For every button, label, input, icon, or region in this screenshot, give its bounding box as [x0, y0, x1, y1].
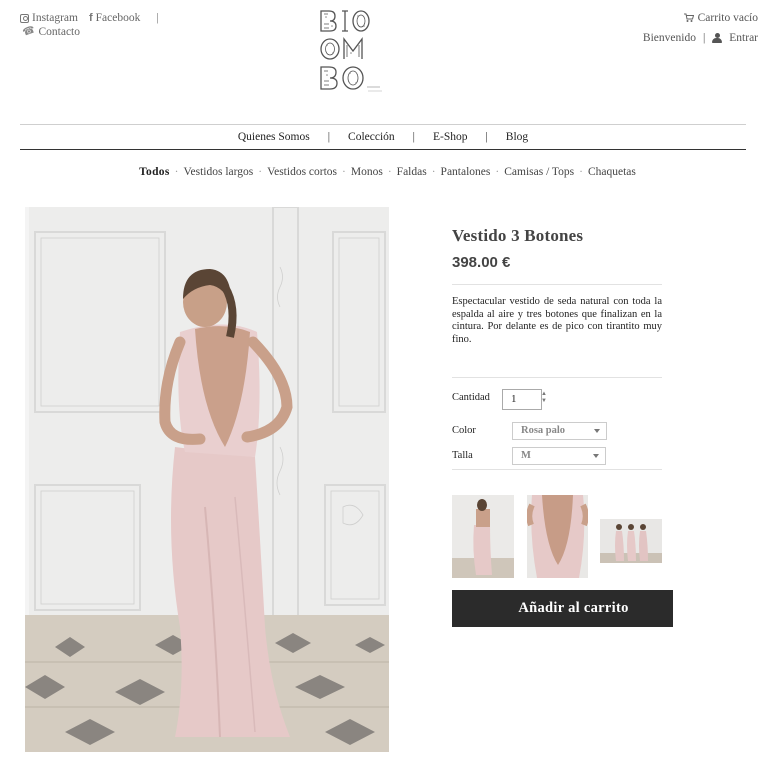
- quantity-input[interactable]: [502, 388, 542, 410]
- chevron-down-icon: [594, 428, 600, 433]
- cart-label: Carrito vacío: [697, 12, 758, 24]
- size-label: Talla: [452, 449, 473, 461]
- color-label: Color: [452, 424, 476, 436]
- header-links: Instagram f Facebook | ☎ Contacto: [20, 11, 159, 39]
- category-separator: ·: [579, 166, 583, 178]
- contact-link[interactable]: ☎ Contacto: [21, 24, 80, 39]
- product-thumbnail[interactable]: [600, 519, 662, 563]
- color-select-value: Rosa palo: [521, 424, 566, 436]
- category-todos[interactable]: Todos: [139, 166, 170, 178]
- facebook-icon: f: [88, 12, 93, 24]
- category-separator: ·: [495, 166, 500, 178]
- color-select[interactable]: Rosa palo: [512, 421, 607, 440]
- category-vestidos-largos[interactable]: Vestidos largos: [183, 166, 253, 178]
- header-account: Carrito vacío Bienvenido | Entrar: [643, 10, 758, 44]
- facebook-label: Facebook: [95, 12, 141, 24]
- login-label: Entrar: [729, 32, 758, 44]
- product-thumbnail[interactable]: [452, 495, 514, 578]
- product-thumbnail[interactable]: [527, 495, 588, 578]
- login-link[interactable]: Entrar: [712, 32, 758, 44]
- category-pantalones[interactable]: Pantalones: [441, 166, 491, 178]
- product-title: Vestido 3 Botones: [452, 226, 584, 245]
- category-chaquetas[interactable]: Chaquetas: [588, 166, 636, 178]
- product-price: 398.00 €: [452, 254, 511, 271]
- instagram-link[interactable]: Instagram: [20, 11, 78, 25]
- add-to-cart-button[interactable]: Añadir al carrito: [452, 590, 673, 627]
- quantity-stepper[interactable]: ▲ ▼: [541, 391, 547, 405]
- quantity-label: Cantidad: [452, 391, 490, 403]
- instagram-label: Instagram: [32, 12, 78, 24]
- category-monos[interactable]: Monos: [351, 166, 383, 178]
- phone-icon: ☎: [21, 24, 37, 39]
- account-separator: |: [702, 32, 706, 44]
- category-nav: Todos · Vestidos largos · Vestidos cortos · Mo…: [0, 166, 775, 178]
- user-icon: [712, 32, 723, 44]
- category-separator: ·: [258, 166, 263, 178]
- product-main-image[interactable]: [25, 207, 389, 752]
- divider: [452, 468, 662, 470]
- cart-icon: [683, 13, 694, 22]
- nav-coleccion[interactable]: Colección: [330, 131, 413, 143]
- product-options: Cantidad ▲▼ Color Rosa palo Talla M: [452, 378, 662, 468]
- nav-quienes-somos[interactable]: Quienes Somos: [220, 131, 328, 143]
- instagram-icon: [20, 13, 29, 23]
- divider: [452, 284, 662, 285]
- category-separator: ·: [431, 166, 436, 178]
- size-select-value: M: [521, 449, 531, 461]
- facebook-link[interactable]: f Facebook: [89, 11, 140, 25]
- category-separator: ·: [174, 166, 179, 178]
- size-select[interactable]: M: [512, 446, 606, 465]
- nav-blog[interactable]: Blog: [488, 131, 546, 143]
- category-vestidos-cortos[interactable]: Vestidos cortos: [267, 166, 337, 178]
- contact-label: Contacto: [38, 26, 80, 38]
- cart-link[interactable]: Carrito vacío: [643, 10, 758, 26]
- main-nav: Quienes Somos | Colección | E-Shop | Blo…: [20, 124, 746, 150]
- header-separator: |: [156, 12, 159, 24]
- chevron-down-icon: [593, 453, 599, 458]
- category-separator: ·: [387, 166, 392, 178]
- product-info: Vestido 3 Botones 398.00 € Espectacular …: [452, 226, 662, 470]
- welcome-label: Bienvenido: [642, 32, 696, 44]
- biombo-logo[interactable]: [318, 7, 384, 95]
- nav-eshop[interactable]: E-Shop: [415, 131, 486, 143]
- category-separator: ·: [342, 166, 346, 178]
- category-camisas-tops[interactable]: Camisas / Tops: [504, 166, 574, 178]
- category-faldas[interactable]: Faldas: [397, 166, 427, 178]
- product-description: Espectacular vestido de seda natural con…: [452, 296, 662, 346]
